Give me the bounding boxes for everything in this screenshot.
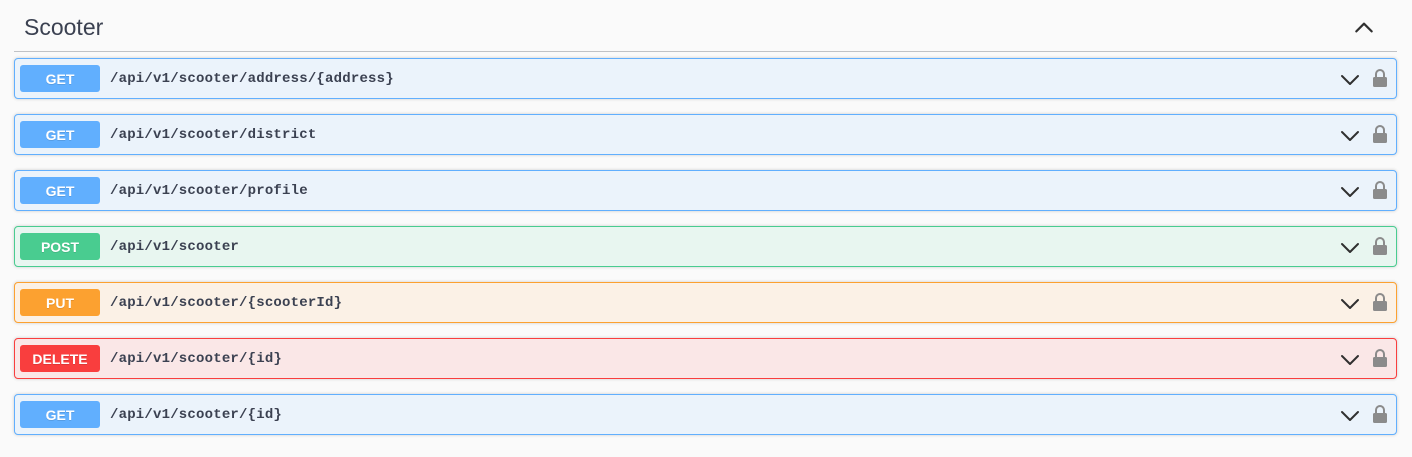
lock-icon[interactable] bbox=[1372, 292, 1388, 312]
chevron-down-icon[interactable] bbox=[1340, 126, 1360, 146]
method-badge: PUT bbox=[20, 289, 100, 316]
method-badge: POST bbox=[20, 233, 100, 260]
chevron-down-icon[interactable] bbox=[1340, 182, 1360, 202]
chevron-up-icon[interactable] bbox=[1353, 16, 1375, 38]
operation-row-delete[interactable]: DELETE /api/v1/scooter/{id} bbox=[14, 338, 1397, 379]
method-badge: GET bbox=[20, 401, 100, 428]
lock-icon[interactable] bbox=[1372, 68, 1388, 88]
tag-title: Scooter bbox=[24, 13, 104, 40]
lock-icon[interactable] bbox=[1372, 404, 1388, 424]
chevron-down-icon[interactable] bbox=[1340, 238, 1360, 258]
operation-row-put[interactable]: PUT /api/v1/scooter/{scooterId} bbox=[14, 282, 1397, 323]
method-badge: DELETE bbox=[20, 345, 100, 372]
operation-path: /api/v1/scooter/address/{address} bbox=[110, 70, 394, 87]
chevron-down-icon[interactable] bbox=[1340, 70, 1360, 90]
chevron-down-icon[interactable] bbox=[1340, 294, 1360, 314]
operation-row-get[interactable]: GET /api/v1/scooter/{id} bbox=[14, 394, 1397, 435]
operation-path: /api/v1/scooter/profile bbox=[110, 182, 308, 199]
tag-header-scooter[interactable]: Scooter bbox=[14, 0, 1397, 52]
operation-path: /api/v1/scooter/district bbox=[110, 126, 317, 143]
operation-row-get[interactable]: GET /api/v1/scooter/profile bbox=[14, 170, 1397, 211]
method-badge: GET bbox=[20, 121, 100, 148]
operation-row-get[interactable]: GET /api/v1/scooter/district bbox=[14, 114, 1397, 155]
method-badge: GET bbox=[20, 65, 100, 92]
operation-row-post[interactable]: POST /api/v1/scooter bbox=[14, 226, 1397, 267]
operations-list: GET /api/v1/scooter/address/{address} GE… bbox=[14, 58, 1397, 450]
lock-icon[interactable] bbox=[1372, 124, 1388, 144]
lock-icon[interactable] bbox=[1372, 236, 1388, 256]
operation-path: /api/v1/scooter/{id} bbox=[110, 350, 283, 367]
chevron-down-icon[interactable] bbox=[1340, 350, 1360, 370]
method-badge: GET bbox=[20, 177, 100, 204]
lock-icon[interactable] bbox=[1372, 180, 1388, 200]
chevron-down-icon[interactable] bbox=[1340, 406, 1360, 426]
operation-path: /api/v1/scooter/{scooterId} bbox=[110, 294, 343, 311]
operation-path: /api/v1/scooter bbox=[110, 238, 240, 255]
operation-row-get[interactable]: GET /api/v1/scooter/address/{address} bbox=[14, 58, 1397, 99]
operation-path: /api/v1/scooter/{id} bbox=[110, 406, 283, 423]
lock-icon[interactable] bbox=[1372, 348, 1388, 368]
